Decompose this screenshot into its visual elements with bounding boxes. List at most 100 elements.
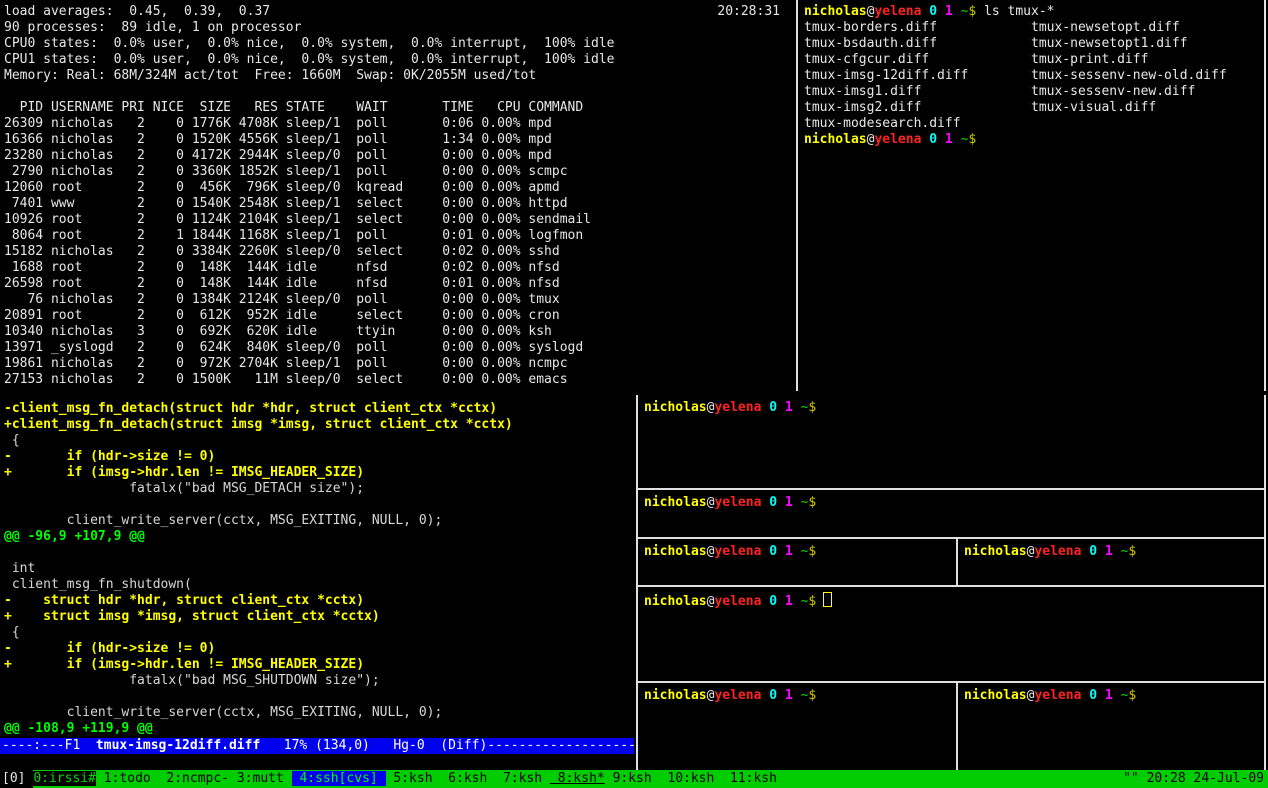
tmux-screen: 20:28:31 load averages: 0.45, 0.39, 0.37… xyxy=(0,0,1268,788)
diff-line-del: - struct hdr *hdr, struct client_ctx *cc… xyxy=(4,593,634,609)
process-row: 10340 nicholas 3 0 692K 620K idle ttyin … xyxy=(4,324,798,340)
prompt-symbol: $ xyxy=(1128,544,1136,559)
diff-line-ctx: client_write_server(cctx, MSG_EXITING, N… xyxy=(4,705,634,721)
window-item-4-ssh-cvs-[interactable]: 4:ssh[cvs] xyxy=(292,771,386,786)
process-table-header: PID USERNAME PRI NICE SIZE RES STATE WAI… xyxy=(4,100,798,116)
shell-pane-group: nicholas@yelena 0 1 ~$ nicholas@yelena 0… xyxy=(638,395,1264,770)
window-item-2-ncmpc-[interactable]: 2:ncmpc- xyxy=(159,771,229,786)
ls-output-line: tmux-cfgcur.difftmux-print.diff xyxy=(804,52,1268,68)
prompt-session-flag: 0 xyxy=(769,594,777,609)
prompt-host: yelena xyxy=(1034,688,1081,703)
window-item-0-irssi-[interactable]: 0:irssi# xyxy=(33,771,96,786)
pane-border-vertical-top xyxy=(796,0,798,391)
pane-shell-1[interactable]: nicholas@yelena 0 1 ~$ xyxy=(638,395,1268,493)
prompt-session-flag: 0 xyxy=(769,688,777,703)
pane-shell-3[interactable]: nicholas@yelena 0 1 ~$ xyxy=(638,539,962,590)
prompt-user: nicholas xyxy=(644,594,707,609)
diff-line-del: - if (hdr->size != 0) xyxy=(4,449,634,465)
prompt-window-flag: 1 xyxy=(945,132,953,147)
diff-line-del: -client_msg_fn_detach(struct hdr *hdr, s… xyxy=(4,401,634,417)
prompt-host: yelena xyxy=(714,495,761,510)
prompt-session-flag: 0 xyxy=(769,400,777,415)
window-item-9-ksh[interactable]: 9:ksh xyxy=(605,771,660,786)
modeline-prefix: ----:---F1 xyxy=(2,738,96,753)
window-item-6-ksh[interactable]: 6:ksh xyxy=(440,771,495,786)
diff-line-ctx: { xyxy=(4,433,634,449)
top-summary-line: 90 processes: 89 idle, 1 on processor xyxy=(4,20,798,36)
prompt-session-flag: 0 xyxy=(769,495,777,510)
ls-output-line: tmux-borders.difftmux-newsetopt.diff xyxy=(804,20,1268,36)
status-bar: [0] 0:irssi# 1:todo 2:ncmpc- 3:mutt 4:ss… xyxy=(0,770,1268,788)
pane-shell-4[interactable]: nicholas@yelena 0 1 ~$ xyxy=(958,539,1264,590)
process-row: 26598 root 2 0 148K 144K idle nfsd 0:01 … xyxy=(4,276,798,292)
prompt-user: nicholas xyxy=(644,495,707,510)
prompt-window-flag: 1 xyxy=(1105,688,1113,703)
window-item-1-todo[interactable]: 1:todo xyxy=(96,771,159,786)
diff-line-ctx xyxy=(4,497,634,513)
diff-line-add: + if (imsg->hdr.len != IMSG_HEADER_SIZE) xyxy=(4,657,634,673)
window-item-5-ksh[interactable]: 5:ksh xyxy=(386,771,441,786)
diff-line-ctx xyxy=(4,689,634,705)
diff-line-add: + struct imsg *imsg, struct client_ctx *… xyxy=(4,609,634,625)
pane-emacs-diff[interactable]: -client_msg_fn_detach(struct hdr *hdr, s… xyxy=(0,395,634,770)
diff-line-ctx: client_write_server(cctx, MSG_EXITING, N… xyxy=(4,513,634,529)
prompt-line: nicholas@yelena 0 1 ~$ xyxy=(644,592,1268,610)
prompt-session-flag: 0 xyxy=(769,544,777,559)
pane-shell-7[interactable]: nicholas@yelena 0 1 ~$ xyxy=(958,683,1264,775)
diff-line-ctx: fatalx("bad MSG_DETACH size"); xyxy=(4,481,634,497)
ls-output-line: tmux-modesearch.diff xyxy=(804,116,1268,132)
pane-shell-ls[interactable]: nicholas@yelena 0 1 ~$ ls tmux-*tmux-bor… xyxy=(800,0,1268,395)
prompt-session-flag: 0 xyxy=(929,4,937,19)
prompt-line: nicholas@yelena 0 1 ~$ ls tmux-* xyxy=(804,4,1268,20)
prompt-window-flag: 1 xyxy=(785,544,793,559)
prompt-host: yelena xyxy=(714,544,761,559)
prompt-window-flag: 1 xyxy=(1105,544,1113,559)
diff-line-ctx xyxy=(4,545,634,561)
pane-shell-active[interactable]: nicholas@yelena 0 1 ~$ xyxy=(638,587,1268,686)
diff-line-ctx: int xyxy=(4,561,634,577)
prompt-host: yelena xyxy=(714,400,761,415)
diff-line-ctx: { xyxy=(4,625,634,641)
process-row: 16366 nicholas 2 0 1520K 4556K sleep/1 p… xyxy=(4,132,798,148)
prompt-host: yelena xyxy=(714,594,761,609)
prompt-window-flag: 1 xyxy=(945,4,953,19)
process-row: 19861 nicholas 2 0 972K 2704K sleep/1 po… xyxy=(4,356,798,372)
process-row: 1688 root 2 0 148K 144K idle nfsd 0:02 0… xyxy=(4,260,798,276)
prompt-user: nicholas xyxy=(644,688,707,703)
prompt-user: nicholas xyxy=(964,544,1027,559)
window-item-7-ksh[interactable]: 7:ksh xyxy=(495,771,550,786)
prompt-line: nicholas@yelena 0 1 ~$ xyxy=(964,688,1264,704)
modeline-status: 17% (134,0) Hg-0 (Diff)-----------------… xyxy=(260,738,634,753)
prompt-host: yelena xyxy=(874,132,921,147)
prompt-symbol: $ xyxy=(808,400,816,415)
command-text: ls tmux-* xyxy=(976,4,1054,19)
top-summary-line: CPU1 states: 0.0% user, 0.0% nice, 0.0% … xyxy=(4,52,798,68)
prompt-user: nicholas xyxy=(644,400,707,415)
filename: tmux-newsetopt1.diff xyxy=(1031,36,1188,51)
diff-line-ctx: fatalx("bad MSG_SHUTDOWN size"); xyxy=(4,673,634,689)
pane-shell-6[interactable]: nicholas@yelena 0 1 ~$ xyxy=(638,683,962,775)
window-item-8-ksh-[interactable]: 8:ksh* xyxy=(550,771,605,786)
prompt-session-flag: 0 xyxy=(1089,544,1097,559)
top-summary-line: Memory: Real: 68M/324M act/tot Free: 166… xyxy=(4,68,798,84)
window-item-10-ksh[interactable]: 10:ksh xyxy=(660,771,723,786)
prompt-user: nicholas xyxy=(964,688,1027,703)
window-item-11-ksh[interactable]: 11:ksh xyxy=(722,771,777,786)
filename: tmux-imsg1.diff xyxy=(804,84,1031,100)
filename: tmux-cfgcur.diff xyxy=(804,52,1031,68)
pane-top-command[interactable]: 20:28:31 load averages: 0.45, 0.39, 0.37… xyxy=(0,0,798,395)
diff-line-hunk: @@ -108,9 +119,9 @@ xyxy=(4,721,634,737)
diff-line-hunk: @@ -96,9 +107,9 @@ xyxy=(4,529,634,545)
diff-line-add: +client_msg_fn_detach(struct imsg *imsg,… xyxy=(4,417,634,433)
pane-shell-2[interactable]: nicholas@yelena 0 1 ~$ xyxy=(638,490,1268,542)
prompt-session-flag: 0 xyxy=(1089,688,1097,703)
window-item-3-mutt[interactable]: 3:mutt xyxy=(229,771,292,786)
diff-content: -client_msg_fn_detach(struct hdr *hdr, s… xyxy=(4,401,634,737)
top-summary: load averages: 0.45, 0.39, 0.3790 proces… xyxy=(4,4,798,84)
prompt-line: nicholas@yelena 0 1 ~$ xyxy=(644,688,962,704)
process-row: 76 nicholas 2 0 1384K 2124K sleep/0 poll… xyxy=(4,292,798,308)
pane-border-right-edge-top xyxy=(1264,0,1266,391)
filename: tmux-borders.diff xyxy=(804,20,1031,36)
prompt-session-flag: 0 xyxy=(929,132,937,147)
prompt-user: nicholas xyxy=(644,544,707,559)
